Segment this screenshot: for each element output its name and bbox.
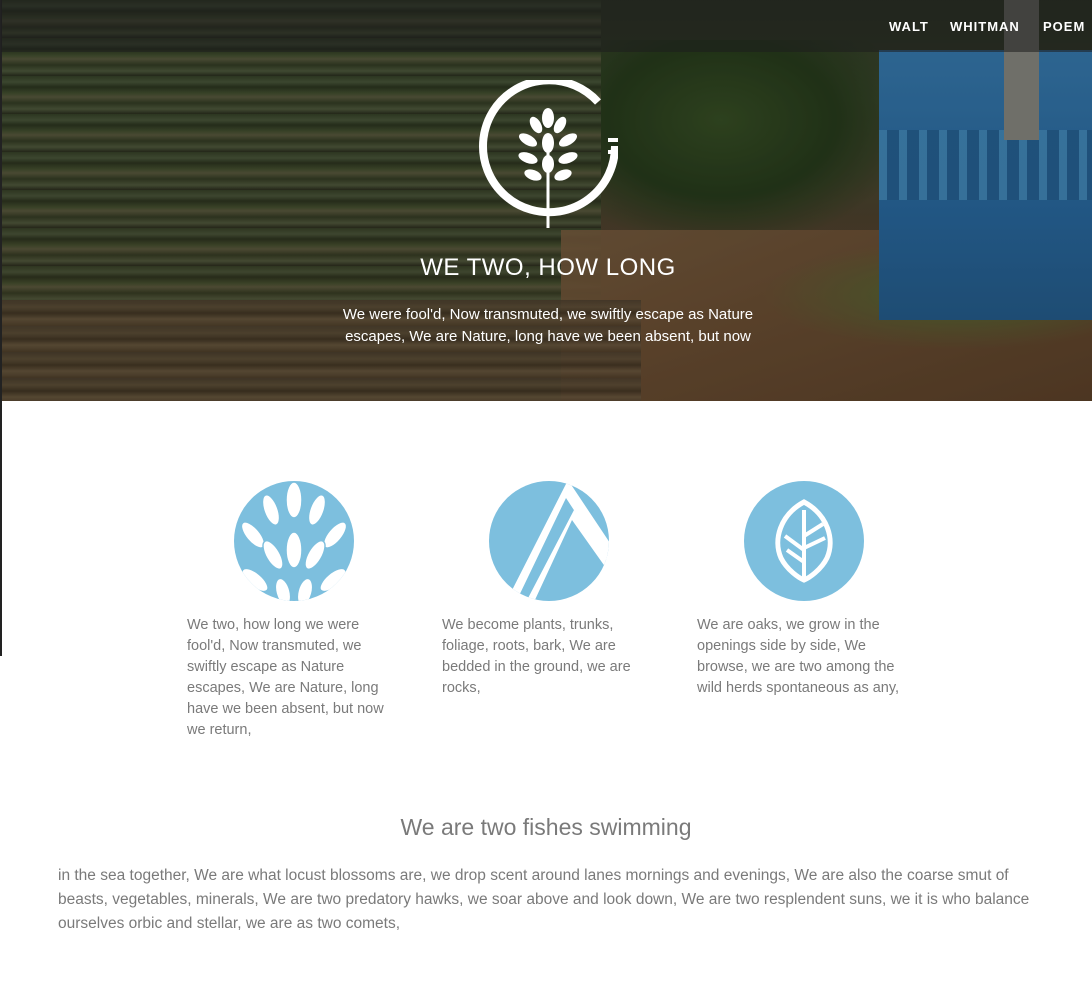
tree-logo-icon (479, 80, 618, 228)
leaves-icon (234, 481, 354, 601)
hero-title: WE TWO, HOW LONG (420, 254, 676, 281)
mountain-icon (489, 481, 609, 601)
feature-text-3: We are oaks, we grow in the openings sid… (697, 617, 900, 696)
section-text: in the sea together, We are what locust … (58, 867, 1030, 932)
nav-item-walt[interactable]: WALT (889, 19, 929, 34)
nav-item-whitman[interactable]: WHITMAN (950, 19, 1020, 34)
top-nav: WALT WHITMAN POEM (1, 0, 1092, 52)
leaf-icon (744, 481, 864, 601)
section-title: We are two fishes swimming (400, 814, 692, 840)
page-edge-line (0, 0, 2, 656)
feature-text-1: We two, how long we were fool'd, Now tra… (187, 617, 384, 738)
hero-text: We were fool'd, Now transmuted, we swift… (342, 306, 754, 345)
nav-item-poem[interactable]: POEM (1043, 19, 1085, 34)
feature-text-2: We become plants, trunks, foliage, roots… (442, 617, 631, 696)
